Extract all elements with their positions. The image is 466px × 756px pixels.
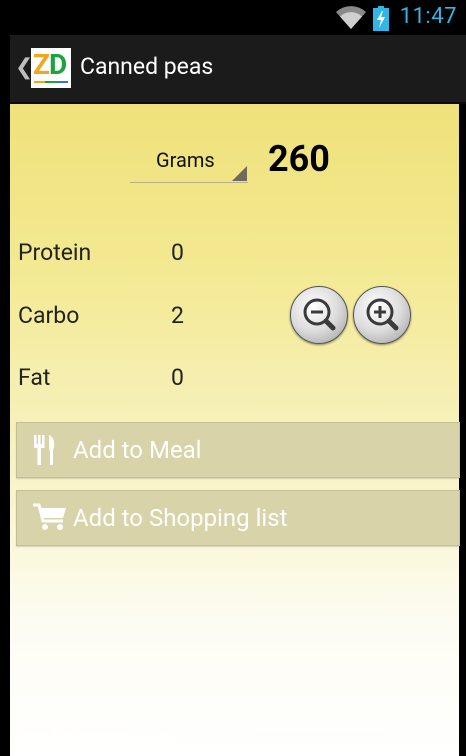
fat-value: 0 (171, 364, 184, 391)
add-to-shopping-list-button[interactable]: Add to Shopping list (16, 490, 460, 546)
zoom-in-button[interactable] (353, 286, 411, 344)
portion-amount[interactable]: 260 (268, 138, 330, 180)
phone-screen: 11:47 ❮ Z D Canned peas Grams 260 Protei… (0, 0, 466, 756)
fat-label: Fat (18, 364, 51, 391)
add-to-shopping-list-label: Add to Shopping list (73, 504, 288, 532)
license-note: free for personal use (18, 727, 175, 747)
wifi-icon (336, 6, 366, 30)
battery-charging-icon (373, 6, 389, 31)
page-title: Canned peas (80, 53, 214, 80)
unit-dropdown[interactable]: Grams (130, 146, 248, 183)
logo-bar (34, 81, 68, 83)
food-detail-content: Grams 260 Protein 0 Carbo 2 Fat 0 Add to… (10, 104, 460, 756)
action-bar: ❮ Z D Canned peas (10, 35, 466, 104)
clock: 11:47 (399, 4, 457, 29)
logo-letter-d: D (49, 48, 68, 81)
add-to-meal-button[interactable]: Add to Meal (16, 422, 460, 478)
carbo-label: Carbo (18, 302, 80, 329)
protein-value: 0 (171, 239, 184, 266)
fork-knife-icon (34, 435, 55, 465)
status-bar: 11:47 (0, 0, 466, 35)
zoom-out-button[interactable] (290, 286, 348, 344)
carbo-value: 2 (171, 302, 184, 329)
logo-letter-z: Z (33, 48, 50, 81)
unit-dropdown-value: Grams (156, 148, 215, 172)
shopping-cart-icon (33, 503, 66, 530)
protein-label: Protein (18, 239, 92, 266)
zoom-out-icon (303, 298, 336, 331)
add-to-meal-label: Add to Meal (73, 436, 202, 464)
app-logo-icon[interactable]: Z D (31, 48, 71, 88)
zoom-in-icon (366, 298, 399, 331)
dropdown-triangle-icon (232, 166, 247, 181)
